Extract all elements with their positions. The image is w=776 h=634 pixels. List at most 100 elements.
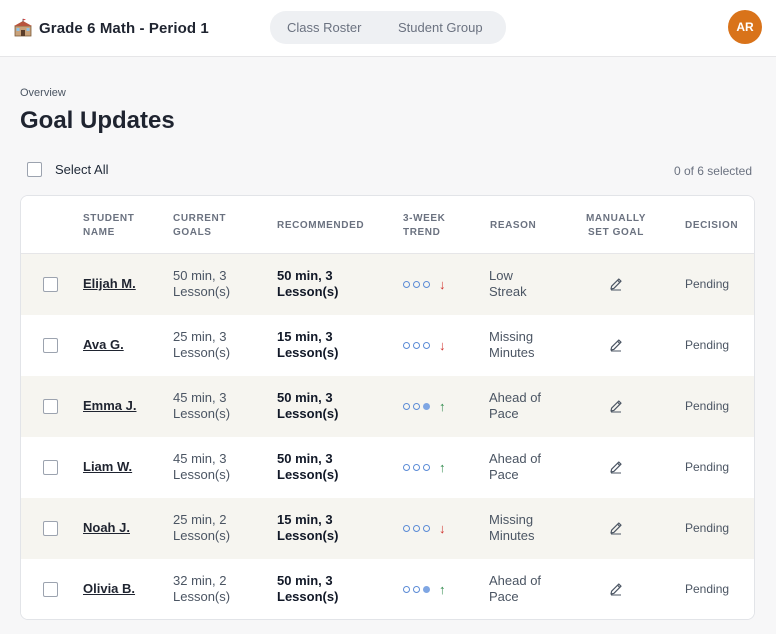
recommended-goal: 50 min, 3 Lesson(s) (277, 390, 338, 422)
reason: Ahead of Pace (489, 451, 569, 483)
tab-class-roster[interactable]: Class Roster (287, 11, 361, 44)
avatar[interactable]: AR (728, 10, 762, 44)
current-goal-line-2: Lesson(s) (173, 284, 231, 299)
recommended-goal-line-1: 15 min, 3 (277, 512, 333, 527)
trend-indicator: ↓ (403, 339, 446, 352)
table-row: Liam W. 45 min, 3 Lesson(s) 50 min, 3 Le… (21, 437, 754, 498)
trend-dot (423, 281, 430, 288)
decision-status: Pending (685, 582, 730, 596)
current-goal-line-1: 50 min, 3 (173, 268, 227, 283)
tab-student-group[interactable]: Student Group (398, 11, 483, 44)
column-header-line: Trend (403, 227, 441, 238)
decision-status: Pending (685, 277, 730, 291)
student-name-link[interactable]: Olivia B. (83, 581, 135, 597)
class-title: Grade 6 Math - Period 1 (39, 19, 209, 37)
decision-status: Pending (685, 399, 730, 413)
trend-dot (423, 586, 430, 593)
trend-arrow-icon: ↑ (439, 399, 446, 414)
table-row: Emma J. 45 min, 3 Lesson(s) 50 min, 3 Le… (21, 376, 754, 437)
reason-line-1: Missing (489, 329, 534, 344)
breadcrumb: Overview (20, 87, 66, 99)
pencil-icon[interactable] (608, 337, 624, 353)
trend-dot (423, 525, 430, 532)
trend-indicator: ↑ (403, 400, 446, 413)
current-goal-line-1: 25 min, 3 (173, 329, 227, 344)
table-header: Student Name Current Goals Recommended 3… (21, 196, 754, 254)
current-goal-line-2: Lesson(s) (173, 528, 231, 543)
recommended-goal: 50 min, 3 Lesson(s) (277, 268, 338, 300)
column-header-student-name: Student Name (83, 212, 134, 240)
trend-arrow-icon: ↑ (439, 460, 446, 475)
select-all[interactable]: Select All (27, 162, 108, 177)
current-goal-line-1: 32 min, 2 (173, 573, 227, 588)
row-checkbox[interactable] (43, 582, 58, 597)
student-name-link[interactable]: Elijah M. (83, 276, 136, 292)
reason-line-2: Pace (489, 467, 519, 482)
trend-indicator: ↑ (403, 583, 446, 596)
student-name-link[interactable]: Emma J. (83, 398, 136, 414)
top-bar: Grade 6 Math - Period 1 Class Roster Stu… (0, 0, 776, 57)
current-goal-line-1: 45 min, 3 (173, 390, 227, 405)
table-row: Noah J. 25 min, 2 Lesson(s) 15 min, 3 Le… (21, 498, 754, 559)
trend-dot (403, 586, 410, 593)
reason-line-1: Ahead of (489, 573, 542, 588)
reason: Low Streak (489, 268, 569, 300)
recommended-goal: 50 min, 3 Lesson(s) (277, 573, 338, 605)
trend-dot (413, 586, 420, 593)
recommended-goal-line-1: 50 min, 3 (277, 390, 333, 405)
recommended-goal-line-2: Lesson(s) (277, 589, 339, 604)
trend-dot (413, 403, 420, 410)
reason-line-2: Pace (489, 589, 519, 604)
decision-status: Pending (685, 460, 730, 474)
column-header-line: 3-Week (403, 213, 446, 224)
selected-count: 0 of 6 selected (673, 164, 752, 178)
trend-dot (413, 464, 420, 471)
decision-status: Pending (685, 338, 730, 352)
pencil-icon[interactable] (608, 276, 624, 292)
recommended-goal-line-2: Lesson(s) (277, 284, 339, 299)
trend-dot (403, 525, 410, 532)
pencil-icon[interactable] (608, 520, 624, 536)
reason: Missing Minutes (489, 329, 569, 361)
goal-updates-table: Student Name Current Goals Recommended 3… (20, 195, 755, 620)
current-goal: 45 min, 3 Lesson(s) (173, 451, 230, 483)
trend-arrow-icon: ↓ (439, 521, 446, 536)
trend-indicator: ↓ (403, 522, 446, 535)
select-all-label: Select All (55, 162, 109, 177)
row-checkbox[interactable] (43, 399, 58, 414)
column-header-trend: 3-Week Trend (403, 212, 446, 240)
row-checkbox[interactable] (43, 338, 58, 353)
current-goal: 32 min, 2 Lesson(s) (173, 573, 230, 605)
trend-dot (423, 464, 430, 471)
reason-line-1: Low (489, 268, 513, 283)
trend-dot (403, 281, 410, 288)
student-name-link[interactable]: Noah J. (83, 520, 130, 536)
recommended-goal-line-1: 50 min, 3 (277, 451, 333, 466)
reason-line-1: Missing (489, 512, 534, 527)
trend-dot (403, 342, 410, 349)
current-goal-line-2: Lesson(s) (173, 406, 231, 421)
column-header-line: Student (83, 213, 135, 224)
pencil-icon[interactable] (608, 581, 624, 597)
pencil-icon[interactable] (608, 398, 624, 414)
current-goal: 45 min, 3 Lesson(s) (173, 390, 230, 422)
current-goal-line-1: 45 min, 3 (173, 451, 227, 466)
student-name-link[interactable]: Liam W. (83, 459, 132, 475)
current-goal: 50 min, 3 Lesson(s) (173, 268, 230, 300)
row-checkbox[interactable] (43, 460, 58, 475)
current-goal-line-1: 25 min, 2 (173, 512, 227, 527)
student-name-link[interactable]: Ava G. (83, 337, 124, 353)
reason: Missing Minutes (489, 512, 569, 544)
recommended-goal: 50 min, 3 Lesson(s) (277, 451, 338, 483)
recommended-goal: 15 min, 3 Lesson(s) (277, 512, 338, 544)
reason-line-2: Minutes (489, 345, 535, 360)
trend-dot (413, 342, 420, 349)
row-checkbox[interactable] (43, 277, 58, 292)
row-checkbox[interactable] (43, 521, 58, 536)
table-row: Elijah M. 50 min, 3 Lesson(s) 50 min, 3 … (21, 254, 754, 315)
select-all-checkbox[interactable] (27, 162, 42, 177)
current-goal-line-2: Lesson(s) (173, 589, 231, 604)
trend-arrow-icon: ↓ (439, 338, 446, 353)
reason: Ahead of Pace (489, 573, 569, 605)
pencil-icon[interactable] (608, 459, 624, 475)
